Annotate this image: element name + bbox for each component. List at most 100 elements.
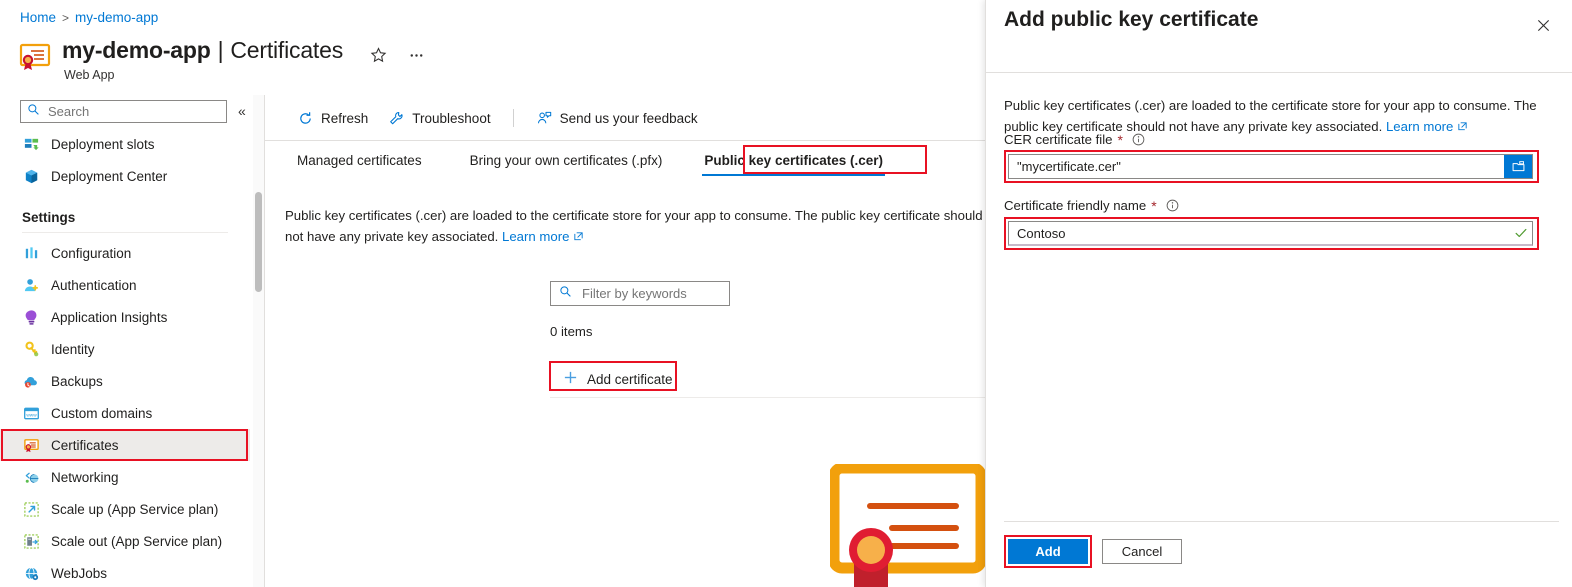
info-icon[interactable] bbox=[1166, 199, 1179, 212]
close-icon[interactable] bbox=[1532, 14, 1554, 36]
add-certificate-button[interactable]: Add certificate bbox=[555, 366, 681, 392]
friendly-name-label-text: Certificate friendly name bbox=[1004, 198, 1147, 213]
filter-box[interactable] bbox=[550, 281, 730, 306]
sidebar-item-label: Application Insights bbox=[51, 309, 168, 325]
panel-title: Add public key certificate bbox=[1004, 8, 1259, 31]
cer-file-label: CER certificate file * bbox=[1004, 132, 1145, 147]
info-icon[interactable] bbox=[1132, 133, 1145, 146]
friendly-name-label: Certificate friendly name * bbox=[1004, 198, 1179, 213]
required-marker: * bbox=[1117, 131, 1123, 148]
sidebar-item-deployment-slots[interactable]: Deployment slots bbox=[0, 128, 250, 160]
person-feedback-icon bbox=[536, 110, 553, 127]
sidebar-divider bbox=[22, 232, 228, 233]
sidebar-item-certificates[interactable]: Certificates bbox=[0, 429, 250, 461]
panel-learn-more-link[interactable]: Learn more bbox=[1386, 119, 1453, 134]
ellipsis-icon[interactable] bbox=[405, 44, 427, 66]
panel-header-divider bbox=[986, 72, 1572, 73]
add-public-key-certificate-panel: Add public key certificate Public key ce… bbox=[985, 0, 1572, 587]
sidebar-item-custom-domains[interactable]: www Custom domains bbox=[0, 397, 250, 429]
breadcrumb: Home > my-demo-app bbox=[20, 10, 158, 25]
troubleshoot-label: Troubleshoot bbox=[412, 110, 491, 126]
sidebar-item-authentication[interactable]: Authentication bbox=[0, 269, 250, 301]
friendly-name-input[interactable] bbox=[1009, 221, 1510, 245]
certificate-illustration bbox=[828, 462, 987, 587]
command-bar-divider bbox=[265, 140, 985, 141]
filter-input[interactable] bbox=[580, 285, 721, 302]
page-header: my-demo-app | Certificates Web App bbox=[18, 36, 427, 82]
cer-file-field[interactable] bbox=[1008, 154, 1533, 179]
breadcrumb-current[interactable]: my-demo-app bbox=[75, 10, 158, 25]
deployment-slots-icon bbox=[22, 135, 40, 153]
feedback-label: Send us your feedback bbox=[559, 110, 698, 126]
page-title-section: Certificates bbox=[230, 37, 344, 63]
scale-out-icon bbox=[22, 532, 40, 550]
search-input[interactable] bbox=[46, 103, 220, 120]
sidebar-scrollbar-thumb[interactable] bbox=[255, 192, 262, 292]
sidebar-item-label: Identity bbox=[51, 341, 95, 357]
cancel-button[interactable]: Cancel bbox=[1102, 539, 1182, 564]
sidebar-item-webjobs[interactable]: WebJobs bbox=[0, 557, 250, 587]
sidebar-item-deployment-center[interactable]: Deployment Center bbox=[0, 160, 250, 192]
backups-cloud-icon bbox=[22, 372, 40, 390]
external-link-icon bbox=[573, 227, 584, 248]
sidebar-item-configuration[interactable]: Configuration bbox=[0, 237, 250, 269]
authentication-icon bbox=[22, 276, 40, 294]
content-description: Public key certificates (.cer) are loade… bbox=[285, 205, 985, 248]
refresh-icon bbox=[297, 110, 314, 127]
sidebar-item-label: Configuration bbox=[51, 245, 132, 261]
breadcrumb-home[interactable]: Home bbox=[20, 10, 56, 25]
certificate-icon bbox=[22, 436, 40, 454]
identity-key-icon bbox=[22, 340, 40, 358]
sidebar-item-networking[interactable]: Networking bbox=[0, 461, 250, 493]
page-title-resource: my-demo-app bbox=[62, 37, 211, 63]
page-subtitle: Web App bbox=[64, 68, 115, 82]
sidebar-item-label: Backups bbox=[51, 373, 103, 389]
items-count: 0 items bbox=[550, 324, 593, 339]
tab-managed-certificates[interactable]: Managed certificates bbox=[287, 147, 432, 178]
sidebar-item-identity[interactable]: Identity bbox=[0, 333, 250, 365]
deployment-center-icon bbox=[22, 167, 40, 185]
tab-bring-your-own-certificates[interactable]: Bring your own certificates (.pfx) bbox=[460, 147, 673, 178]
wrench-icon bbox=[388, 110, 405, 127]
folder-browse-icon[interactable] bbox=[1504, 155, 1532, 178]
search-icon bbox=[27, 103, 40, 121]
sidebar-group-settings: Settings bbox=[22, 210, 76, 225]
certificates-blade: Home > my-demo-app my-demo-app | Certifica… bbox=[0, 0, 1250, 587]
sidebar-item-application-insights[interactable]: Application Insights bbox=[0, 301, 250, 333]
refresh-label: Refresh bbox=[321, 110, 369, 126]
star-icon[interactable] bbox=[367, 44, 389, 66]
sidebar-item-label: Authentication bbox=[51, 277, 137, 293]
pivot-tabs: Managed certificates Bring your own cert… bbox=[287, 147, 893, 178]
sidebar-item-label: Scale out (App Service plan) bbox=[51, 533, 223, 549]
cer-file-input[interactable] bbox=[1009, 155, 1504, 178]
sidebar-search[interactable] bbox=[20, 100, 227, 123]
add-certificate-label: Add certificate bbox=[587, 371, 673, 387]
tab-public-key-certificates[interactable]: Public key certificates (.cer) bbox=[694, 147, 893, 178]
cer-file-label-text: CER certificate file bbox=[1004, 132, 1113, 147]
blade-sidebar: « Deployment slots bbox=[0, 95, 250, 587]
add-button[interactable]: Add bbox=[1008, 539, 1088, 564]
sidebar-item-backups[interactable]: Backups bbox=[0, 365, 250, 397]
troubleshoot-button[interactable]: Troubleshoot bbox=[378, 106, 500, 131]
learn-more-link[interactable]: Learn more bbox=[502, 229, 569, 244]
sidebar-item-label: Deployment Center bbox=[51, 168, 168, 184]
content-description-text: Public key certificates (.cer) are loade… bbox=[285, 208, 983, 244]
required-marker: * bbox=[1151, 197, 1157, 214]
sidebar-item-scale-out[interactable]: Scale out (App Service plan) bbox=[0, 525, 250, 557]
command-separator bbox=[512, 109, 514, 127]
refresh-button[interactable]: Refresh bbox=[287, 106, 378, 131]
sidebar-item-scale-up[interactable]: Scale up (App Service plan) bbox=[0, 493, 250, 525]
page-header-actions bbox=[367, 44, 427, 66]
panel-footer-divider bbox=[1004, 521, 1559, 522]
certificate-icon bbox=[18, 40, 52, 74]
configuration-icon bbox=[22, 244, 40, 262]
sidebar-item-label: WebJobs bbox=[51, 565, 108, 581]
azure-portal-screen: Home > my-demo-app my-demo-app | Certifica… bbox=[0, 0, 1572, 587]
send-feedback-button[interactable]: Send us your feedback bbox=[526, 106, 708, 131]
sidebar-scrollbar[interactable] bbox=[253, 95, 264, 587]
friendly-name-field[interactable] bbox=[1008, 221, 1533, 246]
panel-actions: Add Cancel bbox=[1008, 539, 1182, 564]
double-chevron-left-icon[interactable]: « bbox=[238, 102, 246, 120]
search-icon bbox=[559, 285, 572, 303]
sidebar-item-label: Custom domains bbox=[51, 405, 153, 421]
